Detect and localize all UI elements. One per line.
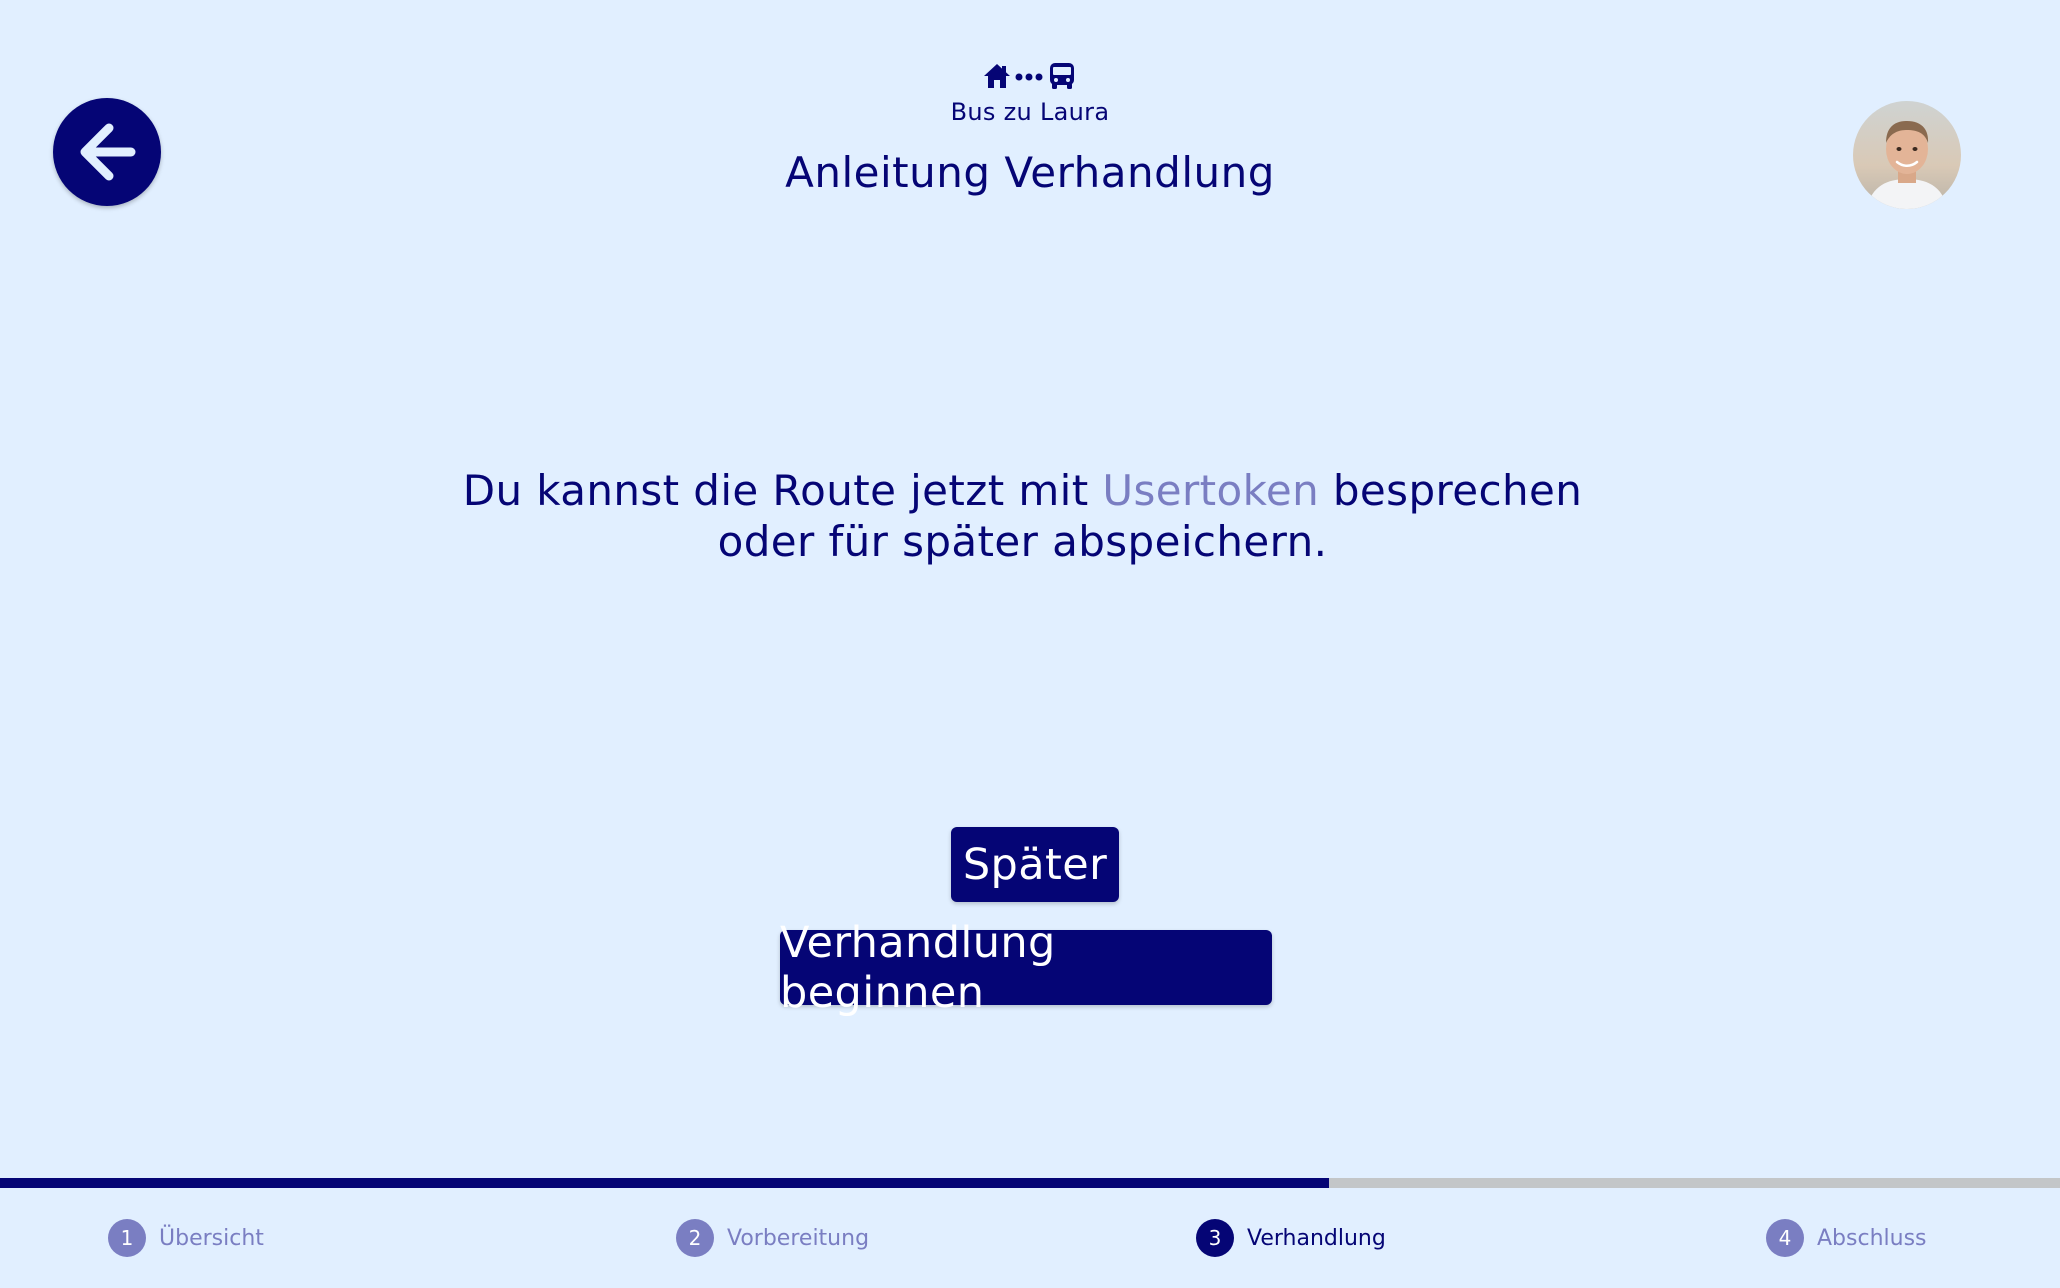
step-number: 1 bbox=[108, 1219, 146, 1257]
step-label: Abschluss bbox=[1817, 1225, 1927, 1251]
step-label: Verhandlung bbox=[1247, 1225, 1386, 1251]
progress-fill bbox=[0, 1178, 1329, 1188]
step-preparation[interactable]: 2 Vorbereitung bbox=[676, 1218, 869, 1258]
bus-icon bbox=[1050, 63, 1074, 89]
route-subtitle: Bus zu Laura bbox=[950, 98, 1110, 126]
step-number: 2 bbox=[676, 1219, 714, 1257]
begin-negotiation-button[interactable]: Verhandlung beginnen bbox=[780, 918, 1272, 1018]
message-text-2: besprechen bbox=[1319, 466, 1583, 515]
message-line-2: oder für später abspeichern. bbox=[717, 517, 1328, 566]
message-text-1: Du kannst die Route jetzt mit bbox=[462, 466, 1103, 515]
step-navigation: 1 Übersicht 2 Vorbereitung 3 Verhandlung… bbox=[0, 1218, 2060, 1258]
step-overview[interactable]: 1 Übersicht bbox=[108, 1218, 264, 1258]
step-completion[interactable]: 4 Abschluss bbox=[1766, 1218, 1927, 1258]
instruction-message: Du kannst die Route jetzt mit Usertoken … bbox=[0, 465, 2045, 567]
avatar[interactable] bbox=[1853, 101, 1961, 209]
message-line-1: Du kannst die Route jetzt mit Usertoken … bbox=[0, 465, 2045, 516]
step-number: 4 bbox=[1766, 1219, 1804, 1257]
route-icons bbox=[0, 60, 2060, 92]
header: Bus zu Laura Anleitung Verhandlung bbox=[0, 60, 2060, 197]
step-label: Übersicht bbox=[159, 1225, 264, 1251]
username-highlight: Usertoken bbox=[1102, 466, 1320, 515]
user-avatar bbox=[1853, 101, 1961, 209]
later-button[interactable]: Später bbox=[951, 827, 1119, 902]
dots-icon bbox=[1015, 73, 1043, 81]
step-label: Vorbereitung bbox=[727, 1225, 870, 1251]
page-title: Anleitung Verhandlung bbox=[785, 148, 1275, 197]
step-negotiation[interactable]: 3 Verhandlung bbox=[1196, 1218, 1386, 1258]
home-icon bbox=[984, 64, 1010, 88]
progress-bar bbox=[0, 1178, 2060, 1188]
step-number: 3 bbox=[1196, 1219, 1234, 1257]
